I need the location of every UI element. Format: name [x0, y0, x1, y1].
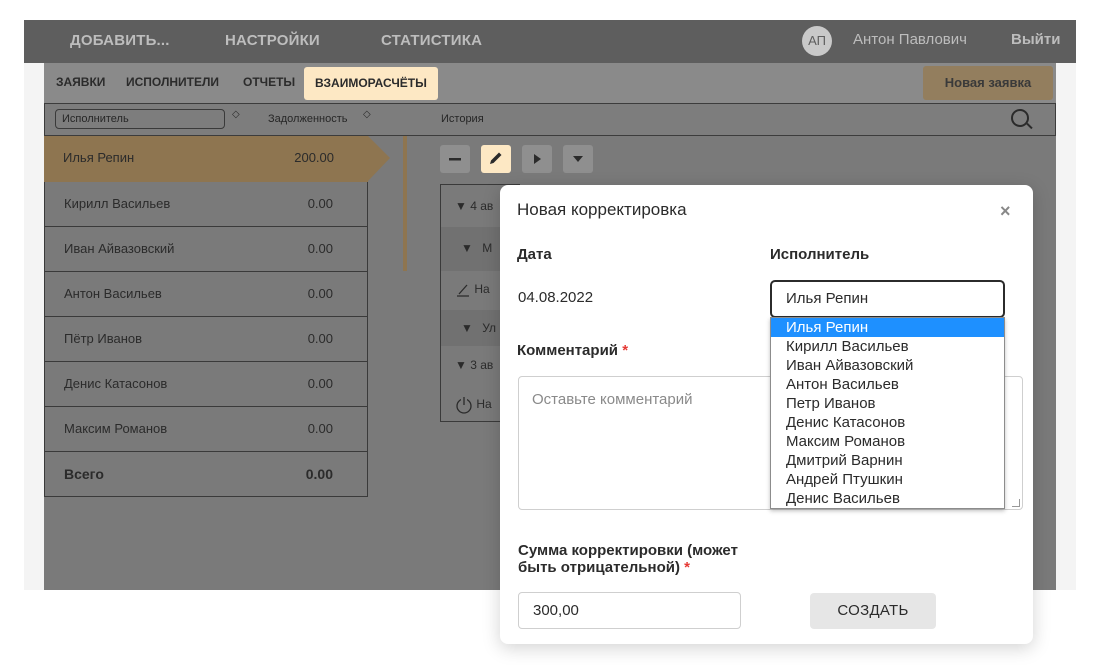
pen-icon — [457, 284, 469, 297]
executor-select[interactable]: Илья Репин — [770, 280, 1005, 318]
resize-handle-icon[interactable] — [1012, 499, 1020, 507]
total-label: Всего — [64, 466, 104, 482]
nav-statistics[interactable]: СТАТИСТИКА — [381, 32, 482, 49]
history-group-date: 4 ав — [470, 199, 494, 213]
dropdown-option[interactable]: Антон Васильев — [771, 375, 1004, 394]
dropdown-option[interactable]: Максим Романов — [771, 432, 1004, 451]
pencil-icon — [490, 152, 502, 164]
sub-navigation: ЗАЯВКИ ИСПОЛНИТЕЛИ ОТЧЕТЫ ВЗАИМОРАСЧЁТЫ — [44, 63, 1056, 103]
new-order-button[interactable]: Новая заявка — [923, 66, 1053, 100]
row-name: Пётр Иванов — [64, 331, 143, 346]
sum-label: Сумма корректировки (может быть отрицате… — [518, 542, 758, 576]
filter-bar: Исполнитель ◇ Задолженность ◇ История — [44, 103, 1056, 136]
dropdown-option[interactable]: Денис Васильев — [771, 489, 1004, 508]
executor-dropdown-list: Илья Репин Кирилл Васильев Иван Айвазовс… — [770, 317, 1005, 509]
history-subgroup-label: Ул — [482, 321, 497, 335]
required-mark: * — [684, 559, 690, 576]
comment-label: Комментарий * — [517, 342, 628, 359]
play-icon — [534, 154, 541, 164]
dropdown-option[interactable]: Петр Иванов — [771, 394, 1004, 413]
search-icon[interactable] — [1011, 109, 1029, 127]
history-column-label: История — [441, 113, 484, 125]
table-row[interactable]: Антон Васильев 0.00 — [44, 272, 368, 317]
nav-settings[interactable]: НАСТРОЙКИ — [225, 32, 320, 49]
executor-label: Исполнитель — [770, 246, 870, 263]
tab-settlements[interactable]: ВЗАИМОРАСЧЁТЫ — [304, 67, 438, 100]
row-name: Иван Айвазовский — [64, 241, 175, 256]
history-entry-text: На — [476, 397, 492, 412]
sum-label-text: Сумма корректировки (может быть отрицате… — [518, 542, 738, 576]
row-value: 0.00 — [307, 376, 333, 391]
table-row[interactable]: Илья Репин 200.00 — [44, 136, 390, 182]
sort-executor-icon[interactable]: ◇ — [232, 110, 240, 120]
table-row[interactable]: Денис Катасонов 0.00 — [44, 362, 368, 407]
row-value: 200.00 — [294, 150, 334, 165]
minus-icon — [449, 158, 461, 161]
dropdown-option[interactable]: Денис Катасонов — [771, 413, 1004, 432]
create-button[interactable]: СОЗДАТЬ — [810, 593, 936, 629]
executor-filter-select[interactable]: Исполнитель — [55, 109, 225, 129]
comment-placeholder: Оставьте комментарий — [532, 391, 693, 408]
row-name: Максим Романов — [64, 421, 168, 436]
close-icon[interactable]: × — [1000, 201, 1011, 222]
expand-button[interactable] — [563, 145, 593, 173]
row-value: 0.00 — [307, 286, 333, 301]
total-value: 0.00 — [305, 466, 333, 482]
table-row[interactable]: Иван Айвазовский 0.00 — [44, 227, 368, 272]
nav-add[interactable]: ДОБАВИТЬ... — [70, 32, 170, 49]
table-row[interactable]: Максим Романов 0.00 — [44, 407, 368, 452]
dropdown-option[interactable]: Иван Айвазовский — [771, 356, 1004, 375]
divider — [403, 136, 407, 271]
dropdown-option[interactable]: Илья Репин — [771, 318, 1004, 337]
tab-reports[interactable]: ОТЧЕТЫ — [243, 75, 295, 89]
comment-label-text: Комментарий — [517, 342, 619, 359]
row-value: 0.00 — [307, 196, 333, 211]
row-name: Кирилл Васильев — [64, 196, 171, 211]
table-row[interactable]: Пётр Иванов 0.00 — [44, 317, 368, 362]
dropdown-option[interactable]: Кирилл Васильев — [771, 337, 1004, 356]
play-button[interactable] — [522, 145, 552, 173]
date-label: Дата — [517, 246, 552, 263]
row-name: Денис Катасонов — [64, 376, 168, 391]
avatar[interactable]: АП — [802, 26, 832, 56]
date-value: 04.08.2022 — [518, 289, 594, 306]
tab-executors[interactable]: ИСПОЛНИТЕЛИ — [126, 75, 219, 89]
row-value: 0.00 — [307, 241, 333, 256]
sort-debt-icon[interactable]: ◇ — [363, 110, 371, 120]
dropdown-option[interactable]: Андрей Птушкин — [771, 470, 1004, 489]
collapse-button[interactable] — [440, 145, 470, 173]
modal-title: Новая корректировка — [517, 200, 687, 219]
required-mark: * — [622, 342, 629, 359]
row-value: 0.00 — [307, 421, 333, 436]
power-icon — [456, 396, 472, 414]
row-value: 0.00 — [307, 331, 333, 346]
row-name: Антон Васильев — [64, 286, 162, 301]
edit-button[interactable] — [481, 145, 511, 173]
tab-orders[interactable]: ЗАЯВКИ — [56, 75, 105, 89]
table-row[interactable]: Кирилл Васильев 0.00 — [44, 182, 368, 227]
debt-column-label[interactable]: Задолженность — [268, 113, 348, 125]
total-row: Всего 0.00 — [44, 452, 368, 497]
history-entry-text: На — [474, 282, 490, 297]
history-subgroup-label: М — [482, 241, 493, 255]
user-name: Антон Павлович — [853, 31, 967, 48]
sum-input[interactable]: 300,00 — [518, 592, 741, 629]
history-group-date: 3 ав — [470, 358, 494, 372]
logout-link[interactable]: Выйти — [1011, 31, 1060, 48]
row-name: Илья Репин — [63, 150, 135, 165]
dropdown-option[interactable]: Дмитрий Варнин — [771, 451, 1004, 470]
triangle-down-icon — [573, 156, 583, 162]
top-navigation-bar: ДОБАВИТЬ... НАСТРОЙКИ СТАТИСТИКА АП Анто… — [24, 20, 1076, 63]
